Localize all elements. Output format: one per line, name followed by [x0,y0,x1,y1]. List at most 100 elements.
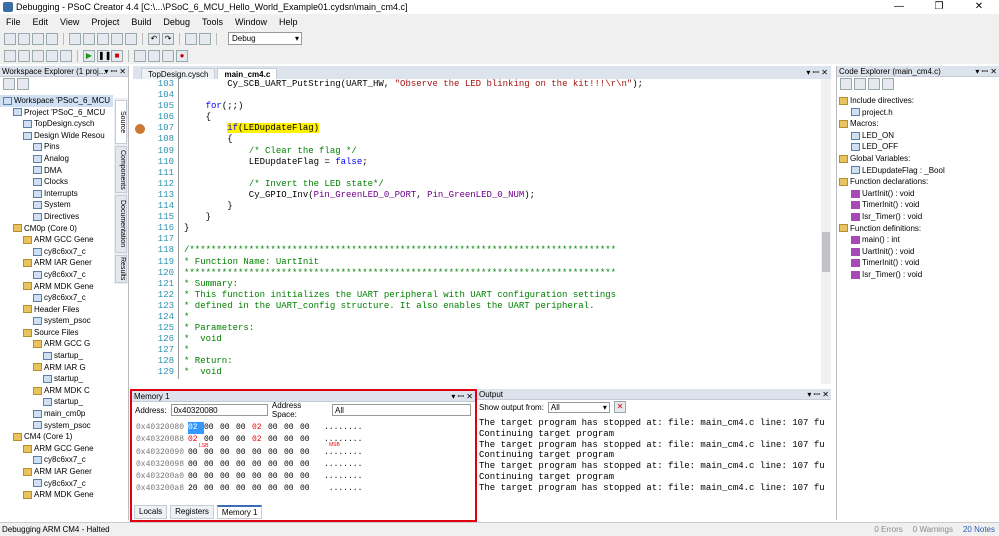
tree-item[interactable]: Design Wide Resou [0,130,113,142]
refresh-icon[interactable] [17,78,29,90]
memory-byte[interactable]: 00 [268,459,284,471]
memory-controls[interactable]: ▾ ꟷ ✕ [451,391,473,402]
output-source-select[interactable]: All [547,401,610,413]
tree-item[interactable]: Interrupts [0,188,113,200]
pane-controls[interactable]: ▾ ꟷ ✕ [104,66,126,77]
memory-byte[interactable]: 00 [284,471,300,483]
menu-project[interactable]: Project [85,17,125,27]
breakpoint-marker-icon[interactable] [135,124,145,134]
tree-item[interactable]: startup_ [0,350,113,362]
memory-byte[interactable]: 00 [236,471,252,483]
tree-item[interactable]: Clocks [0,176,113,188]
filter-icon[interactable] [854,77,866,90]
sort-order-icon[interactable] [882,77,894,90]
memory-byte[interactable]: 00 [236,447,252,459]
memory-byte[interactable]: 00 [300,471,316,483]
step-out-icon[interactable] [162,49,174,62]
memory-byte[interactable]: 00 [252,471,268,483]
tree-item[interactable]: ARM IAR G [0,362,113,374]
memory-byte[interactable]: 00 [204,483,220,495]
tab-locals[interactable]: Locals [134,505,168,519]
code-explorer-item[interactable]: LED_OFF [839,141,945,153]
code-explorer-item[interactable]: TimerInit() : void [839,199,945,211]
notes-count[interactable]: 20 Notes [963,523,995,536]
restore-button[interactable]: ❐ [919,0,959,14]
code-explorer-item[interactable]: Global Variables: [839,153,945,165]
memory-byte[interactable]: 00 [188,459,204,471]
tree-item[interactable]: cy8c6xx7_c [0,292,113,304]
code-explorer-item[interactable]: Isr_Timer() : void [839,269,945,281]
tree-item[interactable]: CM4 (Core 1) [0,431,113,443]
tree-item[interactable]: ARM GCC Gene [0,443,113,455]
stop-icon[interactable]: ■ [111,49,123,62]
code-explorer-item[interactable]: LEDupdateFlag : _Bool [839,165,945,177]
tree-item[interactable]: main_cm0p [0,408,113,420]
comment-icon[interactable] [32,49,44,62]
clear-output-icon[interactable]: ✕ [613,401,626,413]
menu-debug[interactable]: Debug [157,17,196,27]
binoculars-icon[interactable] [199,32,211,45]
tab-main-cm4[interactable]: main_cm4.c [217,68,278,79]
run-icon[interactable]: ▶ [83,49,95,62]
tree-item[interactable]: system_psoc [0,315,113,327]
memory-grid[interactable]: 0x40320080 02 00 00 00 02 00 00 00........ 0x4032… [136,422,366,496]
memory-byte[interactable]: 00 [300,447,316,459]
memory-byte[interactable]: 00 [220,483,236,495]
memory-byte[interactable]: 00 [204,471,220,483]
delete-icon[interactable] [125,32,137,45]
tree-item[interactable]: CM0p (Core 0) [0,223,113,235]
collapse-icon[interactable] [3,78,15,90]
menu-view[interactable]: View [54,17,85,27]
errors-count[interactable]: 0 Errors [874,523,902,536]
memory-byte[interactable]: 00 [284,422,300,434]
menu-window[interactable]: Window [229,17,273,27]
memory-byte[interactable]: 00 [300,483,316,495]
tab-topdesign[interactable]: TopDesign.cysch [141,68,216,79]
redo-icon[interactable]: ↷ [162,32,174,45]
code-explorer-controls[interactable]: ▾ ꟷ ✕ [975,66,997,77]
save-icon[interactable] [32,32,44,45]
tree-item[interactable]: cy8c6xx7_c [0,269,113,281]
save-all-icon[interactable] [46,32,58,45]
code-area[interactable]: 103 Cy_SCB_UART_PutString(UART_HW, "Obse… [133,79,821,384]
tree-item[interactable]: startup_ [0,396,113,408]
memory-byte[interactable]: 00 [204,459,220,471]
warnings-count[interactable]: 0 Warnings [913,523,953,536]
memory-byte[interactable]: 00 [268,447,284,459]
tree-item[interactable]: cy8c6xx7_c [0,246,113,258]
menu-build[interactable]: Build [125,17,157,27]
build-config-select[interactable]: Debug [228,32,302,45]
code-explorer-item[interactable]: Function definitions: [839,223,945,235]
code-explorer-item[interactable]: UartInit() : void [839,246,945,258]
editor-scrollbar[interactable] [821,79,831,384]
close-button[interactable]: ✕ [959,0,999,14]
sort-icon[interactable] [840,77,852,90]
breakpoint-icon[interactable]: ● [176,49,188,62]
paste-icon[interactable] [111,32,123,45]
uncomment-icon[interactable] [46,49,58,62]
tree-item[interactable]: Project 'PSoC_6_MCU [0,107,113,119]
sidetab-documentation[interactable]: Documentation [115,195,127,253]
memory-byte[interactable]: 00 [300,422,316,434]
code-explorer-item[interactable]: UartInit() : void [839,188,945,200]
memory-byte[interactable]: 00 [220,422,236,434]
memory-byte[interactable]: 00 [236,434,252,446]
code-explorer-item[interactable]: main() : int [839,234,945,246]
memory-byte[interactable]: 00 [252,459,268,471]
memory-byte[interactable]: 00 [236,483,252,495]
minimize-button[interactable]: — [879,0,919,14]
memory-byte[interactable]: 00 [284,447,300,459]
tree-item[interactable]: ARM IAR Gener [0,466,113,478]
memory-byte[interactable]: 00 [236,459,252,471]
tree-item[interactable]: system_psoc [0,420,113,432]
address-input[interactable]: 0x40320080 [170,404,268,416]
memory-byte[interactable]: 00 [268,471,284,483]
open-icon[interactable] [18,32,30,45]
memory-byte[interactable]: 00 [300,434,316,446]
sidetab-source[interactable]: Source [115,100,127,144]
memory-byte[interactable]: 00 [220,471,236,483]
group-icon[interactable] [868,77,880,90]
memory-byte[interactable]: 20 [188,483,204,495]
undo-icon[interactable]: ↶ [148,32,160,45]
memory-byte[interactable]: 00 [300,459,316,471]
